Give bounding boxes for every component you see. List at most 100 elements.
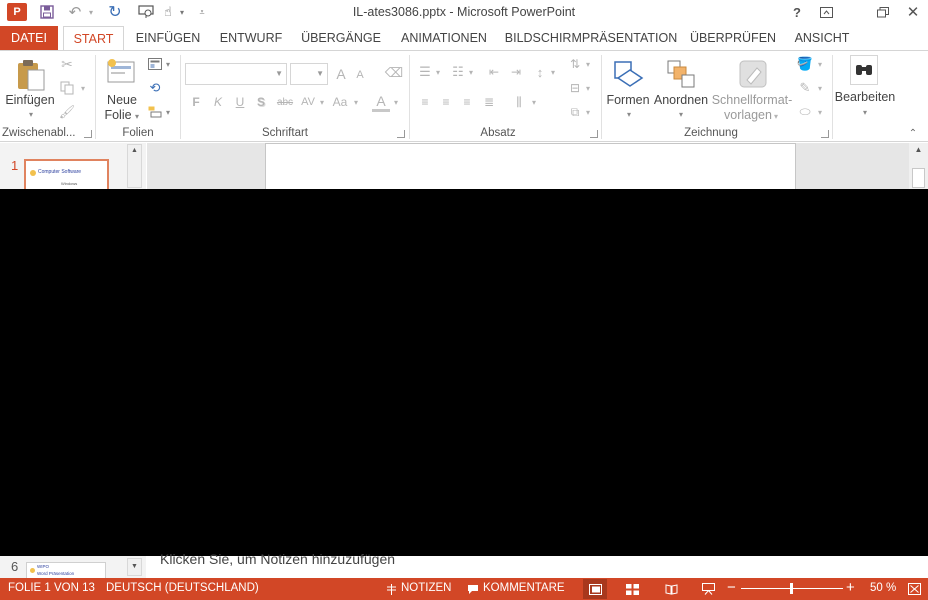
tab-animations[interactable]: ANIMATIONEN [398,26,490,50]
new-slide-label-line1[interactable]: Neue [98,93,146,108]
ribbon-display-icon[interactable] [815,2,837,22]
align-text-icon[interactable]: ⊟ [566,79,584,97]
help-button[interactable]: ? [786,2,808,22]
chevron-down-icon[interactable]: ▾ [467,67,475,77]
tab-start[interactable]: START [63,26,124,51]
close-button[interactable]: ✕ [902,2,924,22]
comment-icon[interactable] [466,581,480,597]
zoom-slider-track[interactable] [741,583,843,594]
section-icon[interactable] [146,103,164,121]
tab-transitions[interactable]: ÜBERGÄNGE [301,26,381,50]
arrange-dropdown-icon[interactable]: ▾ [676,109,686,119]
chevron-down-icon[interactable]: ▾ [816,59,824,69]
columns-icon[interactable]: ⫼ [510,93,528,111]
strikethrough-button[interactable]: abc [274,93,296,111]
scroll-thumb[interactable] [912,168,925,188]
shapes-icon[interactable] [611,57,645,91]
underline-button[interactable]: U [232,93,248,111]
bullets-icon[interactable]: ☰ [416,63,434,81]
restore-icon[interactable] [872,2,894,22]
change-case-button[interactable]: Aa [330,93,350,111]
chevron-down-icon[interactable]: ▾ [549,67,557,77]
slide-thumbnail-1[interactable]: Computer Software Windows [24,159,109,189]
new-slide-icon[interactable] [105,57,137,87]
quick-styles-icon[interactable] [736,57,770,91]
paste-dropdown-icon[interactable]: ▾ [26,109,36,119]
shapes-label[interactable]: Formen [604,93,652,108]
collapse-ribbon-icon[interactable]: ⌃ [906,127,920,139]
editor-scrollbar[interactable]: ▲ [909,143,928,189]
shadow-button[interactable]: S [253,93,269,111]
cut-icon[interactable]: ✂ [58,55,76,73]
decrease-indent-icon[interactable]: ⇤ [485,63,503,81]
layout-dropdown-icon[interactable]: ▾ [164,59,172,69]
new-slide-label-line2[interactable]: Folie [98,108,138,123]
clipboard-launcher-icon[interactable] [84,130,92,138]
tab-design[interactable]: ENTWURF [218,26,284,50]
paragraph-launcher-icon[interactable] [590,130,598,138]
increase-indent-icon[interactable]: ⇥ [507,63,525,81]
slide-counter[interactable]: FOLIE 1 VON 13 [8,582,95,594]
section-dropdown-icon[interactable]: ▾ [164,107,172,117]
copy-icon[interactable] [58,79,76,97]
quick-styles-label-line1[interactable]: Schnellformat- [710,93,794,108]
tab-slideshow[interactable]: BILDSCHIRMPRÄSENTATION [505,26,677,50]
new-slide-dropdown-icon[interactable]: ▾ [133,111,141,121]
scroll-down-arrow-icon[interactable]: ▼ [127,558,142,576]
slide-sorter-icon[interactable] [623,581,641,597]
font-name-combobox[interactable]: ▼ [185,63,287,85]
zoom-out-button[interactable]: − [727,579,736,596]
zoom-slider-thumb[interactable] [790,583,794,594]
align-center-icon[interactable]: ≡ [437,93,455,111]
chevron-down-icon[interactable]: ▾ [318,97,326,107]
tab-file[interactable]: DATEI [0,26,58,50]
character-spacing-button[interactable]: AV [298,93,318,111]
zoom-level[interactable]: 50 % [870,582,896,594]
slideshow-view-icon[interactable] [699,581,717,597]
editing-dropdown-icon[interactable]: ▾ [860,107,870,117]
font-color-button[interactable]: A [372,92,390,112]
shape-fill-icon[interactable]: 🪣 [796,55,814,73]
align-right-icon[interactable]: ≡ [458,93,476,111]
chevron-down-icon[interactable]: ▾ [584,107,592,117]
text-direction-icon[interactable]: ⇅ [566,55,584,73]
chevron-down-icon[interactable]: ▾ [352,97,360,107]
reset-slide-icon[interactable]: ⟲ [146,79,164,97]
reading-view-icon[interactable] [662,581,680,597]
chevron-down-icon[interactable]: ▾ [434,67,442,77]
tab-review[interactable]: ÜBERPRÜFEN [690,26,776,50]
drawing-launcher-icon[interactable] [821,130,829,138]
line-spacing-icon[interactable]: ↕ [531,63,549,81]
tab-insert[interactable]: EINFÜGEN [136,26,201,50]
paste-icon[interactable] [14,57,48,93]
notes-toggle[interactable]: NOTIZEN [401,582,451,594]
paste-button-label[interactable]: Einfügen [4,93,56,108]
fit-to-window-icon[interactable] [905,581,923,597]
editing-label[interactable]: Bearbeiten [834,90,896,105]
tab-view[interactable]: ANSICHT [792,26,852,50]
notes-placeholder[interactable]: Klicken Sie, um Notizen hinzuzufügen [160,551,395,567]
chevron-down-icon[interactable]: ▾ [530,97,538,107]
chevron-down-icon[interactable]: ▾ [584,83,592,93]
arrange-label[interactable]: Anordnen [652,93,710,108]
slide-editor[interactable] [265,143,796,189]
shapes-dropdown-icon[interactable]: ▾ [624,109,634,119]
shape-outline-icon[interactable]: ✎ [796,79,814,97]
chevron-down-icon[interactable]: ▾ [816,83,824,93]
scroll-up-arrow-icon[interactable]: ▲ [130,147,139,156]
shrink-font-icon[interactable]: A [352,66,368,84]
chevron-down-icon[interactable]: ▾ [392,97,400,107]
format-painter-icon[interactable]: 🖌 [58,103,76,121]
italic-button[interactable]: K [210,93,226,111]
copy-dropdown-icon[interactable]: ▾ [78,83,88,93]
language-indicator[interactable]: DEUTSCH (DEUTSCHLAND) [106,582,259,594]
font-size-combobox[interactable]: ▼ [290,63,328,85]
slide-thumbnail-6[interactable]: WIPO Word Präsentation [26,562,106,578]
chevron-down-icon[interactable]: ▾ [816,107,824,117]
normal-view-icon[interactable] [583,579,607,599]
grow-font-icon[interactable]: A [333,64,349,84]
shape-effects-icon[interactable]: ⬭ [796,103,814,121]
bold-button[interactable]: F [188,93,204,111]
arrange-icon[interactable] [664,57,698,91]
justify-icon[interactable]: ≣ [480,93,498,111]
